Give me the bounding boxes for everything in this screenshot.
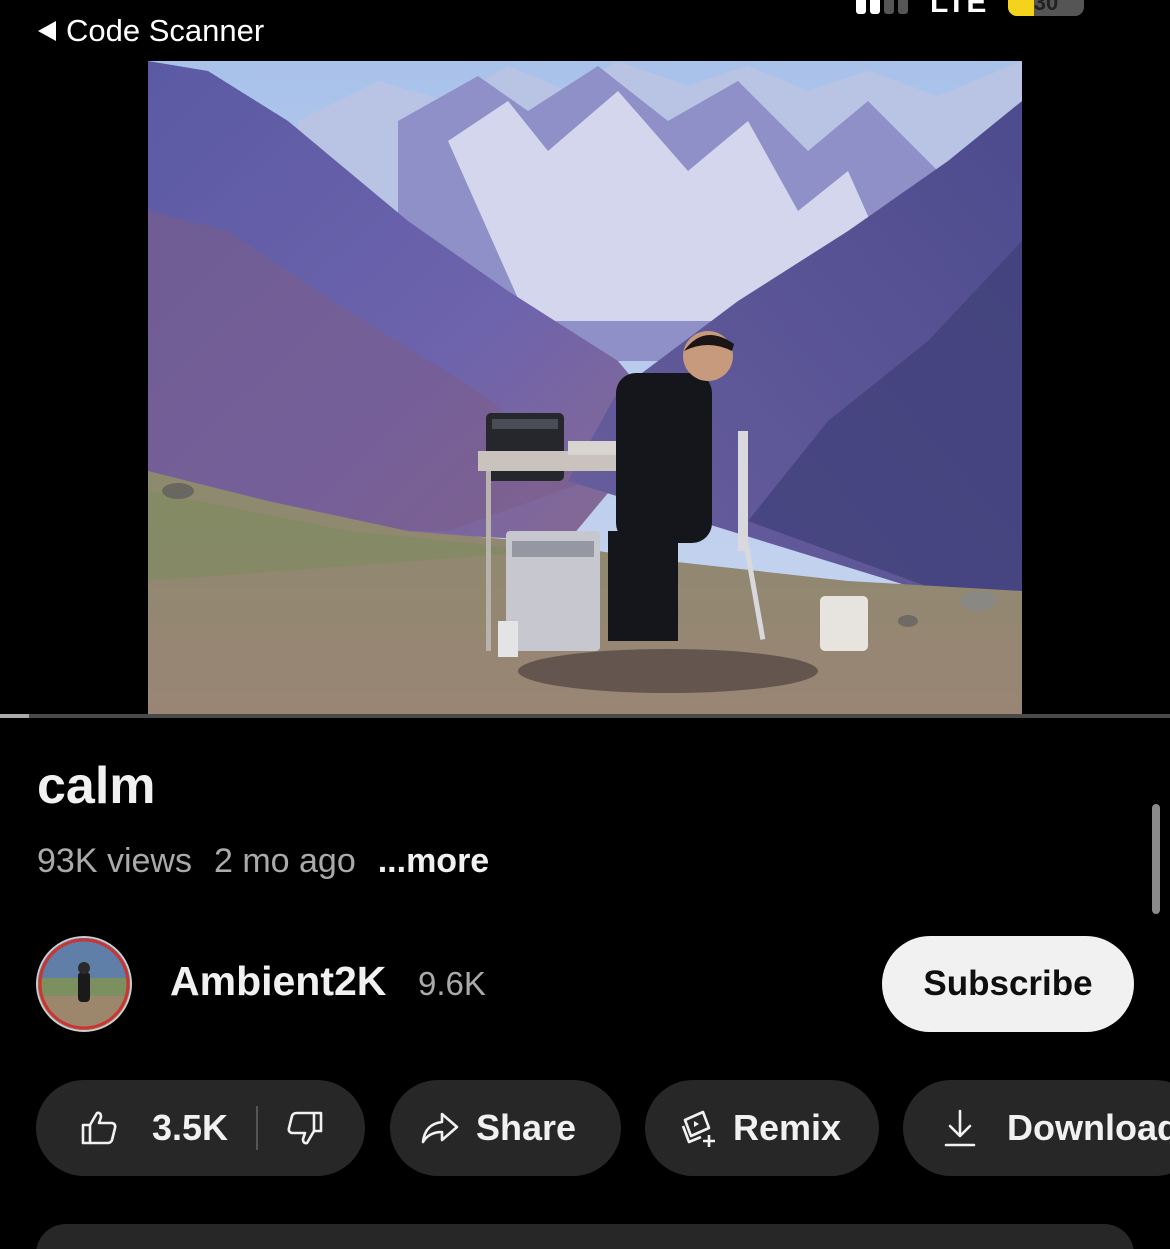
channel-avatar-image xyxy=(38,938,130,1030)
download-icon xyxy=(944,1109,976,1147)
cellular-signal-icon xyxy=(856,0,908,14)
remix-button[interactable]: Remix xyxy=(645,1080,879,1176)
channel-name[interactable]: Ambient2K xyxy=(170,958,386,1005)
like-count: 3.5K xyxy=(152,1107,229,1148)
youtube-watch-screen: Code Scanner LTE 30 calm 93K views 2 mo … xyxy=(0,0,1170,1249)
back-to-app-link[interactable]: Code Scanner xyxy=(38,10,264,52)
like-dislike-group: 3.5K xyxy=(36,1080,365,1176)
back-triangle-icon xyxy=(38,21,56,41)
dislike-button[interactable] xyxy=(286,1110,324,1146)
video-progress-bar[interactable] xyxy=(0,714,1170,718)
upload-age: 2 mo ago xyxy=(213,842,356,880)
channel-avatar[interactable] xyxy=(36,936,132,1032)
download-label: Download xyxy=(1007,1107,1170,1148)
video-title: calm xyxy=(37,757,156,815)
thumbs-up-icon xyxy=(81,1111,117,1145)
battery-icon: 30 xyxy=(1008,0,1084,16)
like-divider xyxy=(256,1106,259,1150)
thumbs-down-icon xyxy=(287,1111,323,1145)
like-button[interactable]: 3.5K xyxy=(80,1107,228,1149)
share-arrow-icon xyxy=(421,1112,459,1144)
download-button[interactable]: Download xyxy=(903,1080,1170,1176)
video-frame-image xyxy=(148,61,1022,718)
scrollbar[interactable] xyxy=(1152,804,1160,914)
subscribe-button[interactable]: Subscribe xyxy=(882,936,1134,1032)
share-button[interactable]: Share xyxy=(390,1080,621,1176)
battery-percent: 30 xyxy=(1033,0,1059,15)
remix-label: Remix xyxy=(733,1107,842,1148)
share-label: Share xyxy=(476,1107,577,1148)
video-player[interactable] xyxy=(148,61,1022,718)
comments-preview-card[interactable] xyxy=(36,1224,1134,1249)
back-link-label: Code Scanner xyxy=(66,13,265,48)
more-description-link[interactable]: ...more xyxy=(378,842,489,881)
remix-icon xyxy=(681,1110,715,1147)
video-progress-fill xyxy=(0,714,30,718)
network-type: LTE xyxy=(930,0,988,19)
video-meta[interactable]: 93K views 2 mo ago ...more xyxy=(37,842,489,881)
view-count: 93K views xyxy=(37,842,192,880)
subscriber-count: 9.6K xyxy=(418,965,486,1002)
